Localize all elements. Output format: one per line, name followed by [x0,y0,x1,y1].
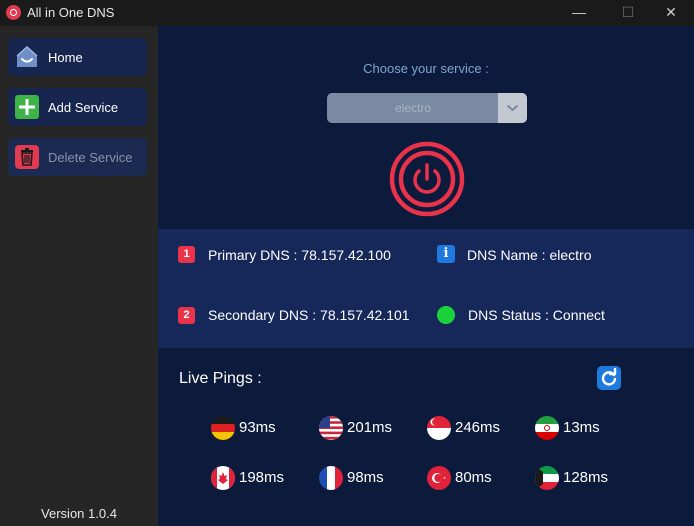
status-indicator [437,306,455,324]
dns-status: DNS Status : Connect [468,307,605,323]
sidebar-item-home[interactable]: Home [8,38,147,76]
iran-flag-icon [535,416,559,440]
dns-info-panel: 1 Primary DNS : 78.157.42.100 i DNS Name… [158,229,694,348]
ping-value: 198ms [239,469,285,486]
ping-value: 246ms [455,419,501,436]
primary-badge: 1 [178,246,195,263]
ping-value: 93ms [239,419,276,436]
secondary-badge: 2 [178,307,195,324]
choose-service-label: Choose your service : [363,61,489,76]
version-label: Version 1.0.4 [41,506,117,521]
sidebar-item-label: Delete Service [48,150,133,165]
minimize-button[interactable]: — [556,0,602,26]
plus-icon [15,95,39,119]
sidebar-item-add-service[interactable]: Add Service [8,88,147,126]
ping-value: 128ms [563,469,609,486]
france-flag-icon [319,466,343,490]
sidebar-item-delete-service[interactable]: Delete Service [8,138,147,176]
app-logo-icon [6,5,21,20]
home-icon [16,45,38,67]
ping-value: 201ms [347,419,393,436]
maximize-button[interactable]: ☐ [605,0,651,26]
chevron-down-icon [507,105,518,112]
turkey-flag-icon [427,466,451,490]
ping-value: 80ms [455,469,492,486]
info-icon: i [437,245,455,263]
live-pings-title: Live Pings : [179,370,262,387]
primary-dns: Primary DNS : 78.157.42.100 [208,247,391,263]
singapore-flag-icon [427,416,451,440]
sidebar-item-label: Home [48,50,83,65]
select-arrow[interactable] [498,93,527,123]
refresh-icon[interactable] [597,366,621,390]
secondary-dns: Secondary DNS : 78.157.42.101 [208,307,410,323]
usa-flag-icon [319,416,343,440]
sidebar-item-label: Add Service [48,100,119,115]
germany-flag-icon [211,416,235,440]
trash-icon [15,145,39,169]
service-select[interactable]: electro [327,93,527,123]
dns-name: DNS Name : electro [467,247,592,263]
close-button[interactable]: ✕ [648,0,694,26]
main-panel: Choose your service : electro 1 Primary … [158,26,694,526]
kuwait-flag-icon [535,466,559,490]
title-bar: All in One DNS — ☐ ✕ [0,0,694,26]
sidebar: Home Add Service Delete Service Version … [0,26,158,526]
window-title: All in One DNS [27,5,115,20]
canada-flag-icon [211,466,235,490]
service-select-value: electro [394,101,432,115]
power-button[interactable] [389,141,465,217]
ping-value: 98ms [347,469,384,486]
ping-value: 13ms [563,419,600,436]
